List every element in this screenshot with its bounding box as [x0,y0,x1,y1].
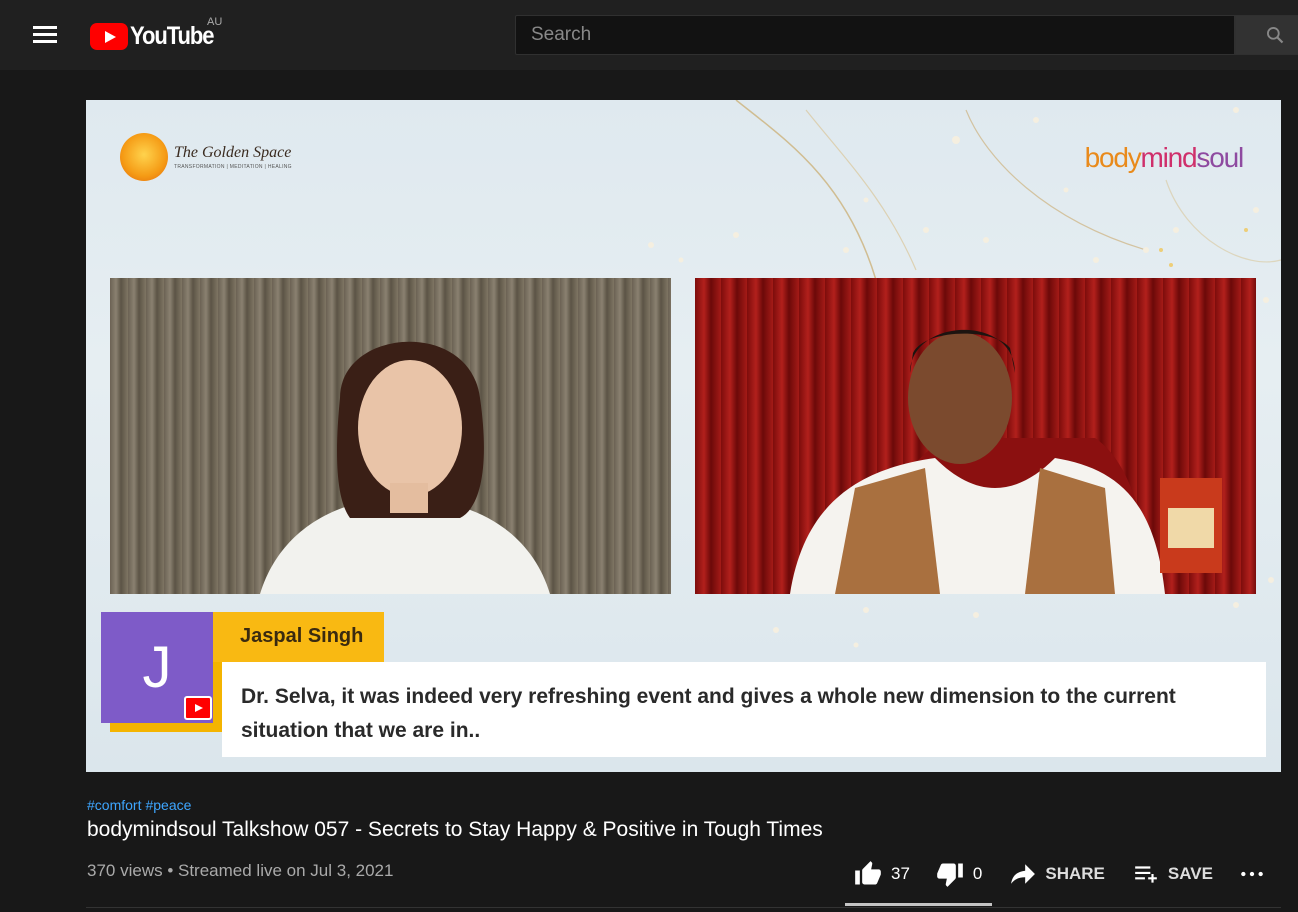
more-horizontal-icon [1241,871,1263,877]
guest-figure [790,329,1222,594]
golden-space-title: The Golden Space [174,144,292,161]
search-button[interactable] [1235,15,1298,55]
share-label: SHARE [1045,864,1105,883]
dislike-count: 0 [972,864,983,883]
video-meta: 370 views • Streamed live on Jul 3, 2021 [87,861,394,880]
video-title: bodymindsoul Talkshow 057 - Secrets to S… [87,818,823,841]
save-label: SAVE [1167,864,1213,883]
thumbs-down-icon [937,863,963,887]
share-button[interactable]: SHARE [1009,861,1105,887]
like-count: 37 [891,864,910,883]
menu-icon[interactable] [33,26,57,44]
like-button[interactable]: 37 [853,860,910,888]
sentiment-bar [845,903,992,906]
video-actions: 37 0 SHARE SAVE [845,856,1265,892]
camera-feed-right [695,278,1256,594]
bodymindsoul-logo: bodymindsoul [1084,142,1245,173]
more-actions-button[interactable] [1239,861,1265,887]
play-logo-icon [90,22,128,50]
masthead: YouTube AU [0,0,1298,70]
highlighted-comment: Dr. Selva, it was indeed very refreshing… [222,662,1266,757]
comment-author-name: Jaspal Singh [213,612,384,662]
region-code: AU [207,16,223,28]
camera-feed-left [110,278,671,594]
search-input[interactable] [515,15,1235,55]
youtube-badge-icon [184,696,212,720]
divider [86,907,1281,908]
save-button[interactable]: SAVE [1132,861,1213,887]
dislike-button[interactable]: 0 [935,860,982,888]
hashtag-link[interactable]: #peace [145,797,191,813]
hashtag-link[interactable]: #comfort [87,797,141,813]
golden-space-logo: The Golden Space TRANSFORMATION | MEDITA… [120,133,292,181]
youtube-logo[interactable]: YouTube [90,20,225,52]
golden-sun-icon [120,133,168,181]
logo-text: YouTube [130,21,215,50]
search-icon [1267,27,1284,44]
golden-space-subtitle: TRANSFORMATION | MEDITATION | HEALING [174,164,292,170]
video-player[interactable]: The Golden Space TRANSFORMATION | MEDITA… [86,100,1281,772]
playlist-add-icon [1135,866,1157,883]
share-icon [1011,864,1036,884]
host-figure [260,341,550,594]
thumbs-up-icon [855,861,881,885]
hashtags: #comfort #peace [87,797,195,813]
